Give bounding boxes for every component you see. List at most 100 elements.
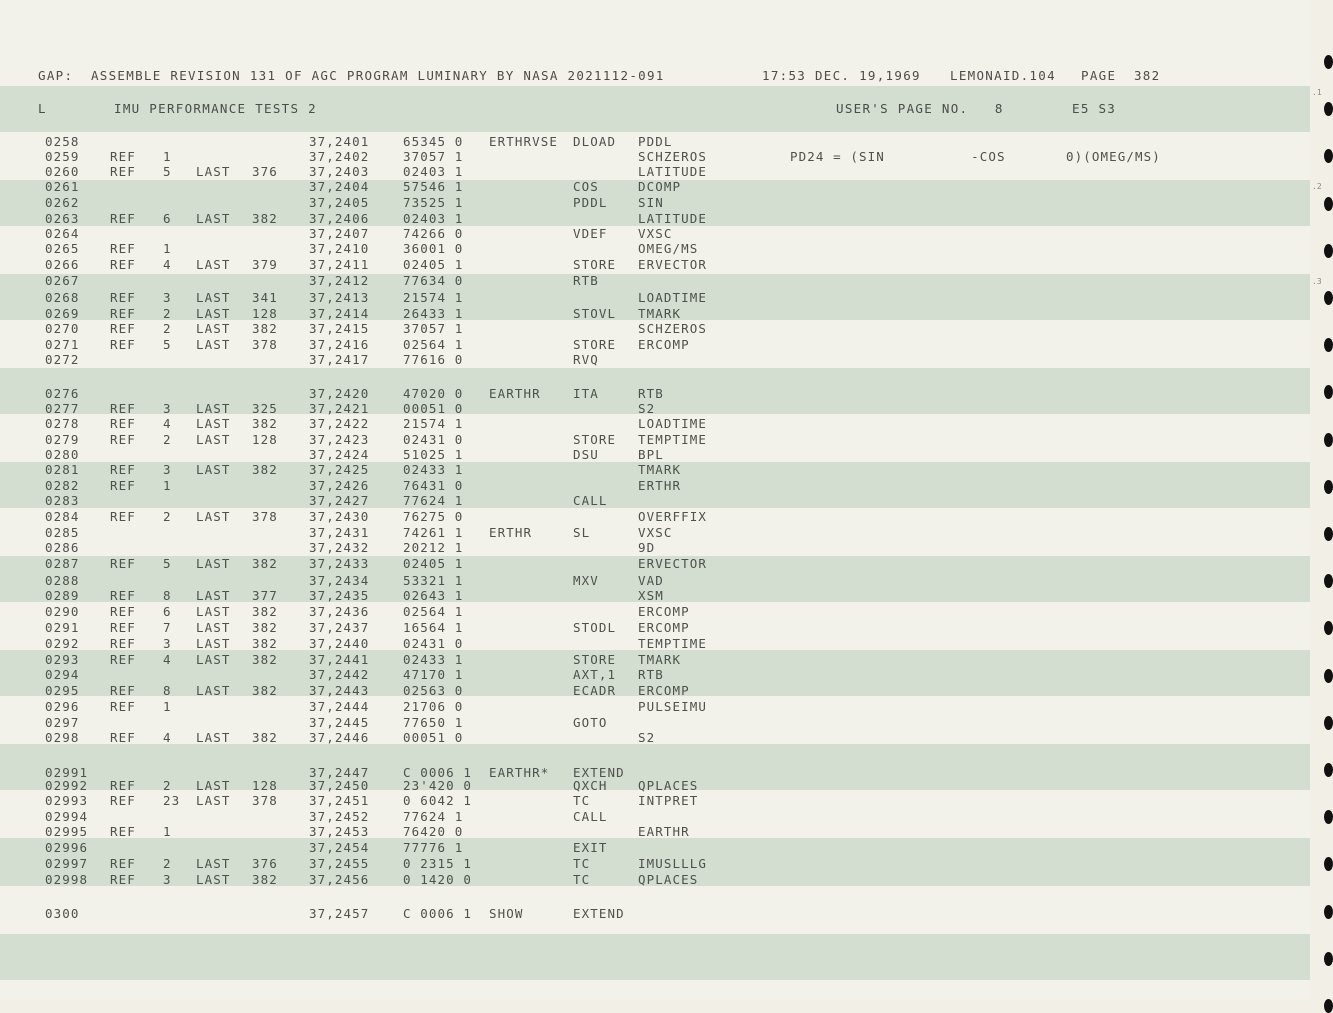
line-number: 0287 (45, 556, 80, 571)
ref-count: 2 (163, 778, 172, 793)
opcode: SL (573, 525, 591, 540)
octal-word: 76420 0 (403, 824, 464, 839)
feed-hole (1324, 857, 1333, 871)
address: 37,2431 (309, 525, 370, 540)
last-flag: LAST (196, 872, 231, 887)
last-page: 378 (252, 337, 278, 352)
address: 37,2434 (309, 573, 370, 588)
feed-hole (1324, 291, 1333, 305)
opcode: TC (573, 856, 591, 871)
listing-row: 0271 REF 5 LAST 378 37,2416 02564 1 STORE ERCOMP (0, 337, 1310, 352)
last-flag: LAST (196, 401, 231, 416)
last-flag: LAST (196, 604, 231, 619)
line-number: 0295 (45, 683, 80, 698)
ref-flag: REF (110, 699, 136, 714)
octal-word: 77634 0 (403, 273, 464, 288)
last-page: 382 (252, 604, 278, 619)
ref-flag: REF (110, 416, 136, 431)
listing-row: 0290 REF 6 LAST 382 37,2436 02564 1 ERCOMP (0, 604, 1310, 619)
address: 37,2440 (309, 636, 370, 651)
ref-flag: REF (110, 306, 136, 321)
opcode: CALL (573, 493, 608, 508)
last-page: 378 (252, 509, 278, 524)
octal-word: 02431 0 (403, 636, 464, 651)
address: 37,2407 (309, 226, 370, 241)
line-number: 0271 (45, 337, 80, 352)
ref-count: 7 (163, 620, 172, 635)
operand: TEMPTIME (638, 432, 708, 447)
octal-word: 77624 1 (403, 809, 464, 824)
listing-row: 0258 37,2401 65345 0 ERTHRVSE DLOAD PDDL (0, 134, 1310, 149)
operand: LATITUDE (638, 164, 708, 179)
octal-word: 37057 1 (403, 321, 464, 336)
line-number: 0298 (45, 730, 80, 745)
listing-row: 02993 REF 23 LAST 378 37,2451 0 6042 1 TC INTPRE… (0, 793, 1310, 808)
ref-flag: REF (110, 164, 136, 179)
listing-row: 02995 REF 1 37,2453 76420 0 EARTHR (0, 824, 1310, 839)
operand: S2 (638, 401, 656, 416)
listing-row: 02998 REF 3 LAST 382 37,2456 0 1420 0 TC QPLACES (0, 872, 1310, 887)
ref-count: 5 (163, 337, 172, 352)
line-number: 0276 (45, 386, 80, 401)
ref-count: 5 (163, 164, 172, 179)
ref-flag: REF (110, 432, 136, 447)
last-page: 382 (252, 730, 278, 745)
feed-hole (1324, 810, 1333, 824)
ref-flag: REF (110, 604, 136, 619)
operand: TMARK (638, 462, 682, 477)
line-number: 0290 (45, 604, 80, 619)
last-page: 376 (252, 164, 278, 179)
ref-count: 1 (163, 699, 172, 714)
octal-word: 76275 0 (403, 509, 464, 524)
ref-flag: REF (110, 588, 136, 603)
page-number: PAGE 382 (1081, 68, 1161, 83)
last-page: 382 (252, 636, 278, 651)
feed-hole (1324, 338, 1333, 352)
last-page: 376 (252, 856, 278, 871)
ref-flag: REF (110, 556, 136, 571)
operand: TEMPTIME (638, 636, 708, 651)
line-number: 0292 (45, 636, 80, 651)
last-page: 325 (252, 401, 278, 416)
ref-count: 1 (163, 241, 172, 256)
ref-count: 3 (163, 636, 172, 651)
opcode: ECADR (573, 683, 617, 698)
operand: VXSC (638, 226, 673, 241)
opcode: DLOAD (573, 134, 617, 149)
line-number: 0286 (45, 540, 80, 555)
last-flag: LAST (196, 620, 231, 635)
ref-flag: REF (110, 683, 136, 698)
opcode: TC (573, 872, 591, 887)
listing-row: 0266 REF 4 LAST 379 37,2411 02405 1 STORE ERVECT… (0, 257, 1310, 272)
octal-word: 74261 1 (403, 525, 464, 540)
line-number: 0278 (45, 416, 80, 431)
ref-count: 5 (163, 556, 172, 571)
last-flag: LAST (196, 164, 231, 179)
address: 37,2456 (309, 872, 370, 887)
line-number: 0282 (45, 478, 80, 493)
listing-row: 0296 REF 1 37,2444 21706 0 PULSEIMU (0, 699, 1310, 714)
octal-word: 65345 0 (403, 134, 464, 149)
last-flag: LAST (196, 306, 231, 321)
ref-flag: REF (110, 636, 136, 651)
octal-word: C 0006 1 (403, 906, 473, 921)
last-page: 378 (252, 793, 278, 808)
address: 37,2402 (309, 149, 370, 164)
feed-hole (1324, 527, 1333, 541)
operand: BPL (638, 447, 664, 462)
listing-row: 0297 37,2445 77650 1 GOTO (0, 715, 1310, 730)
last-page: 128 (252, 778, 278, 793)
listing-row: 02997 REF 2 LAST 376 37,2455 0 2315 1 TC IMUSLLL… (0, 856, 1310, 871)
listing-row: 0281 REF 3 LAST 382 37,2425 02433 1 TMARK (0, 462, 1310, 477)
operand: TMARK (638, 652, 682, 667)
last-flag: LAST (196, 588, 231, 603)
octal-word: 16564 1 (403, 620, 464, 635)
feed-hole (1324, 433, 1333, 447)
octal-word: 02403 1 (403, 211, 464, 226)
listing-row: 0294 37,2442 47170 1 AXT,1 RTB (0, 667, 1310, 682)
octal-word: 76431 0 (403, 478, 464, 493)
label: ERTHRVSE (489, 134, 559, 149)
line-number: 0261 (45, 179, 80, 194)
line-number: 0291 (45, 620, 80, 635)
feed-hole (1324, 999, 1333, 1013)
